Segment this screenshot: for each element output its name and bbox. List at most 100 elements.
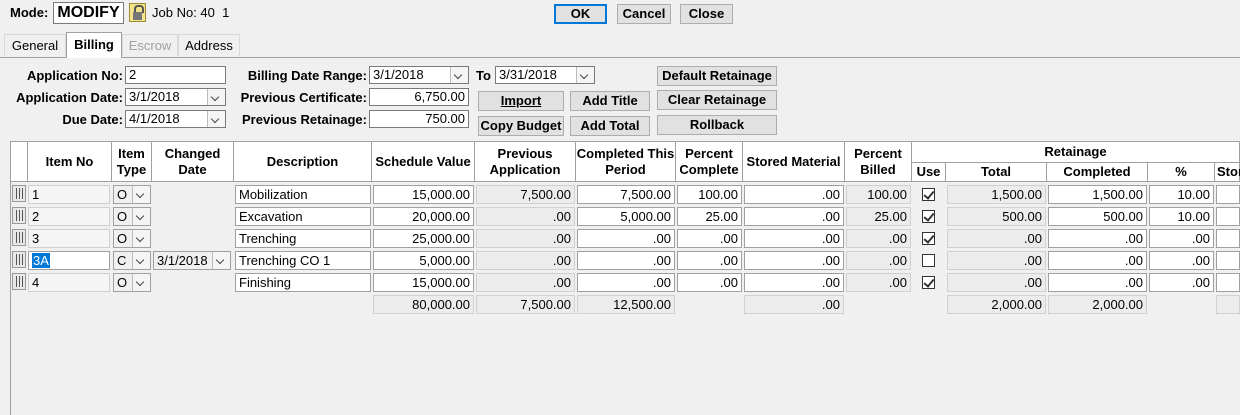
close-button[interactable]: Close [680, 4, 733, 24]
tab-billing[interactable]: Billing [66, 32, 122, 58]
stored-material-cell[interactable]: .00 [744, 185, 844, 204]
schedule-value-cell[interactable]: 15,000.00 [373, 185, 474, 204]
changed-date-cell[interactable]: 3/1/2018 [153, 251, 231, 270]
application-date-input[interactable]: 3/1/2018 [125, 88, 226, 106]
use-retainage-checkbox[interactable] [922, 188, 935, 201]
due-date-value: 4/1/2018 [129, 111, 180, 126]
description-cell-value: Trenching CO 1 [239, 253, 331, 268]
ok-button[interactable]: OK [554, 4, 607, 24]
stored-material-cell[interactable]: .00 [744, 273, 844, 292]
chevron-down-icon[interactable] [132, 186, 150, 203]
add-title-button[interactable]: Add Title [570, 91, 650, 111]
cancel-button[interactable]: Cancel [617, 4, 671, 24]
use-retainage-checkbox[interactable] [922, 254, 935, 267]
item-no-cell[interactable]: 3A [28, 251, 110, 270]
tab-address[interactable]: Address [178, 34, 240, 56]
chevron-down-icon[interactable] [576, 67, 594, 83]
percent-complete-cell[interactable]: .00 [677, 273, 742, 292]
lock-icon[interactable] [129, 3, 146, 22]
completed-this-period-cell[interactable]: .00 [577, 273, 675, 292]
item-type-select[interactable]: O [113, 273, 151, 292]
stored-material-cell[interactable]: .00 [744, 207, 844, 226]
tab-escrow[interactable]: Escrow [122, 34, 178, 56]
chevron-down-icon[interactable] [132, 230, 150, 247]
use-retainage-checkbox[interactable] [922, 210, 935, 223]
description-cell[interactable]: Mobilization [235, 185, 371, 204]
item-no-cell[interactable]: 2 [28, 207, 110, 226]
stored-material-cell[interactable]: .00 [744, 251, 844, 270]
retainage-stored-cell[interactable] [1216, 207, 1240, 226]
percent-complete-cell[interactable]: 100.00 [677, 185, 742, 204]
item-no-cell[interactable]: 4 [28, 273, 110, 292]
percent-complete-cell[interactable]: 25.00 [677, 207, 742, 226]
item-type-select[interactable]: O [113, 185, 151, 204]
item-type-select[interactable]: C [113, 251, 151, 270]
billing-date-from-input[interactable]: 3/1/2018 [369, 66, 469, 84]
retainage-percent-cell[interactable]: .00 [1149, 251, 1214, 270]
chevron-down-icon[interactable] [207, 89, 225, 105]
chevron-down-icon[interactable] [450, 67, 468, 83]
previous-retainage-input[interactable]: 750.00 [369, 110, 469, 128]
stored-material-cell[interactable]: .00 [744, 229, 844, 248]
retainage-completed-cell[interactable]: 1,500.00 [1048, 185, 1147, 204]
schedule-value-cell[interactable]: 25,000.00 [373, 229, 474, 248]
retainage-completed-cell[interactable]: .00 [1048, 251, 1147, 270]
application-no-input[interactable]: 2 [125, 66, 226, 84]
percent-complete-cell[interactable]: .00 [677, 251, 742, 270]
clear-retainage-button[interactable]: Clear Retainage [657, 90, 777, 110]
item-type-select[interactable]: O [113, 207, 151, 226]
tab-general[interactable]: General [4, 34, 66, 56]
description-cell[interactable]: Finishing [235, 273, 371, 292]
retainage-percent-cell[interactable]: 10.00 [1149, 207, 1214, 226]
retainage-completed-cell[interactable]: .00 [1048, 273, 1147, 292]
row-drag-handle-icon[interactable] [12, 229, 26, 246]
use-retainage-checkbox[interactable] [922, 276, 935, 289]
item-type-select[interactable]: O [113, 229, 151, 248]
completed-this-period-cell[interactable]: .00 [577, 229, 675, 248]
copy-budget-button[interactable]: Copy Budget [478, 116, 564, 136]
due-date-input[interactable]: 4/1/2018 [125, 110, 226, 128]
retainage-completed-cell[interactable]: .00 [1048, 229, 1147, 248]
row-drag-handle-icon[interactable] [12, 251, 26, 268]
chevron-down-icon[interactable] [132, 274, 150, 291]
column-header-stored-material: Stored Material [743, 142, 845, 182]
billing-date-to-input[interactable]: 3/31/2018 [495, 66, 595, 84]
chevron-down-icon[interactable] [212, 252, 230, 269]
column-header-changed-date: Changed Date [152, 142, 234, 182]
default-retainage-button[interactable]: Default Retainage [657, 66, 777, 86]
completed-this-period-cell[interactable]: .00 [577, 251, 675, 270]
chevron-down-icon[interactable] [132, 208, 150, 225]
item-no-cell[interactable]: 1 [28, 185, 110, 204]
description-cell[interactable]: Trenching [235, 229, 371, 248]
schedule-value-cell[interactable]: 15,000.00 [373, 273, 474, 292]
retainage-percent-cell[interactable]: 10.00 [1149, 185, 1214, 204]
chevron-down-icon[interactable] [132, 252, 150, 269]
retainage-completed-cell[interactable]: 500.00 [1048, 207, 1147, 226]
row-drag-handle-icon[interactable] [12, 207, 26, 224]
chevron-down-icon[interactable] [207, 111, 225, 127]
retainage-stored-cell[interactable] [1216, 229, 1240, 248]
completed-this-period-cell[interactable]: 7,500.00 [577, 185, 675, 204]
item-no-cell[interactable]: 3 [28, 229, 110, 248]
completed-this-period-cell[interactable]: 5,000.00 [577, 207, 675, 226]
previous-certificate-input[interactable]: 6,750.00 [369, 88, 469, 106]
retainage-percent-cell[interactable]: .00 [1149, 273, 1214, 292]
retainage-total-cell: .00 [947, 229, 1046, 248]
retainage-stored-cell[interactable] [1216, 185, 1240, 204]
column-header-item-no: Item No [28, 142, 112, 182]
description-cell[interactable]: Excavation [235, 207, 371, 226]
schedule-value-cell[interactable]: 20,000.00 [373, 207, 474, 226]
retainage-stored-cell[interactable] [1216, 273, 1240, 292]
retainage-percent-cell[interactable]: .00 [1149, 229, 1214, 248]
import-button[interactable]: Import [478, 91, 564, 111]
rollback-button[interactable]: Rollback [657, 115, 777, 135]
add-total-button[interactable]: Add Total [570, 116, 650, 136]
row-drag-handle-icon[interactable] [12, 185, 26, 202]
row-drag-handle-icon[interactable] [12, 273, 26, 290]
use-retainage-checkbox[interactable] [922, 232, 935, 245]
retainage-stored-cell[interactable] [1216, 251, 1240, 270]
schedule-value-cell[interactable]: 5,000.00 [373, 251, 474, 270]
item-no-cell-value: 3A [32, 253, 50, 268]
description-cell[interactable]: Trenching CO 1 [235, 251, 371, 270]
percent-complete-cell[interactable]: .00 [677, 229, 742, 248]
